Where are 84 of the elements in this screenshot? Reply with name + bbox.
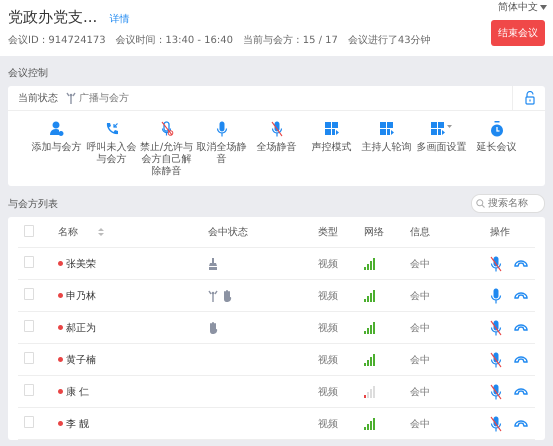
meeting-info: 会议ID : 914724173	[8, 34, 106, 47]
hang-up-icon[interactable]	[514, 260, 528, 268]
microphone-icon	[216, 121, 228, 137]
control-action[interactable]: 禁止/允许与会方自己解除静音	[139, 142, 194, 178]
mute-toggle-icon[interactable]	[490, 352, 502, 368]
raised-hand-icon	[222, 290, 232, 302]
sort-icon[interactable]	[98, 227, 104, 237]
hang-up-icon[interactable]	[514, 388, 528, 396]
participant-name: 康 仁	[66, 386, 90, 398]
info-cell-text: 会中	[410, 290, 431, 302]
control-action[interactable]: 全场静音	[256, 142, 296, 154]
mute-toggle-icon[interactable]	[490, 384, 502, 400]
antenna-icon	[208, 290, 218, 302]
end-meeting-button[interactable]: 结束会议	[491, 20, 545, 46]
checkbox[interactable]	[24, 320, 34, 332]
control-action[interactable]: 延长会议	[476, 142, 516, 154]
participant-name: 郝正为	[66, 322, 96, 334]
phone-icon	[104, 121, 118, 137]
add-person-icon	[50, 121, 64, 137]
checkbox[interactable]	[24, 352, 34, 364]
mute-toggle-icon[interactable]	[490, 288, 502, 304]
checkbox[interactable]	[24, 256, 34, 268]
meeting-info: 会议进行了43分钟	[348, 34, 431, 47]
status-value: 广播与会方	[79, 92, 129, 105]
details-link[interactable]: 详情	[109, 12, 130, 26]
antenna-icon	[66, 92, 76, 104]
participant-name: 张美荣	[66, 258, 96, 270]
section-heading: 与会方列表	[8, 198, 58, 210]
control-action[interactable]: 呼叫未入会与会方	[84, 142, 139, 166]
hang-up-icon[interactable]	[514, 356, 528, 364]
control-action[interactable]: 添加与会方	[32, 142, 82, 154]
column-header: 信息	[410, 226, 431, 239]
unlocked-icon[interactable]	[525, 91, 535, 105]
hang-up-icon[interactable]	[514, 292, 528, 300]
checkbox[interactable]	[24, 384, 34, 396]
search-field[interactable]: 搜索名称	[471, 194, 545, 213]
host-icon	[208, 258, 218, 270]
mute-toggle-icon[interactable]	[490, 416, 502, 432]
section-heading: 会议控制	[8, 66, 49, 81]
checkbox[interactable]	[24, 416, 34, 428]
info-cell-text: 会中	[410, 354, 431, 366]
grid-layout-dropdown-icon	[430, 121, 452, 137]
info-cell-text: 会中	[410, 258, 431, 270]
control-action[interactable]: 主持人轮询	[362, 142, 412, 154]
language-selector[interactable]: 简体中文	[498, 0, 547, 14]
mute-toggle-icon[interactable]	[490, 320, 502, 336]
type-cell-text: 视频	[318, 354, 339, 366]
hang-up-icon[interactable]	[514, 324, 528, 332]
info-cell-text: 会中	[410, 322, 431, 334]
grid-layout-icon	[380, 121, 394, 137]
type-cell-text: 视频	[318, 322, 339, 334]
microphone-muted-icon	[270, 121, 282, 137]
participant-name: 申乃林	[66, 290, 96, 302]
checkbox[interactable]	[24, 288, 34, 300]
search-input[interactable]: 搜索名称	[488, 198, 538, 209]
type-cell-text: 视频	[318, 258, 339, 270]
raised-hand-icon	[208, 322, 218, 334]
meeting-info: 当前与会方 : 15 / 17	[242, 34, 338, 47]
meeting-info: 会议时间 : 13:40 - 16:40	[116, 34, 233, 47]
column-header: 会中状态	[208, 226, 249, 239]
column-header: 类型	[318, 226, 339, 239]
column-header: 名称	[58, 226, 78, 239]
meeting-title: 党政办党支...	[8, 8, 98, 27]
grid-layout-icon	[324, 121, 338, 137]
type-cell-text: 视频	[318, 418, 339, 430]
search-icon	[476, 199, 485, 208]
info-cell-text: 会中	[410, 418, 431, 430]
control-action[interactable]: 多画面设置	[416, 142, 466, 154]
control-action[interactable]: 取消全场静音	[194, 142, 249, 166]
type-cell-text: 视频	[318, 386, 339, 398]
participant-name: 李 靓	[66, 418, 90, 430]
column-header: 网络	[364, 226, 385, 239]
mute-toggle-icon[interactable]	[490, 256, 502, 272]
microphone-blocked-icon	[160, 121, 174, 137]
info-cell-text: 会中	[410, 386, 431, 398]
control-action[interactable]: 声控模式	[312, 142, 352, 154]
participant-name: 黄子楠	[66, 354, 96, 366]
timer-icon	[490, 121, 504, 137]
checkbox[interactable]	[24, 224, 34, 236]
caret-icon	[540, 4, 547, 10]
column-header: 操作	[490, 226, 511, 239]
hang-up-icon[interactable]	[514, 420, 528, 428]
status-label: 当前状态	[18, 92, 58, 105]
type-cell-text: 视频	[318, 290, 339, 302]
